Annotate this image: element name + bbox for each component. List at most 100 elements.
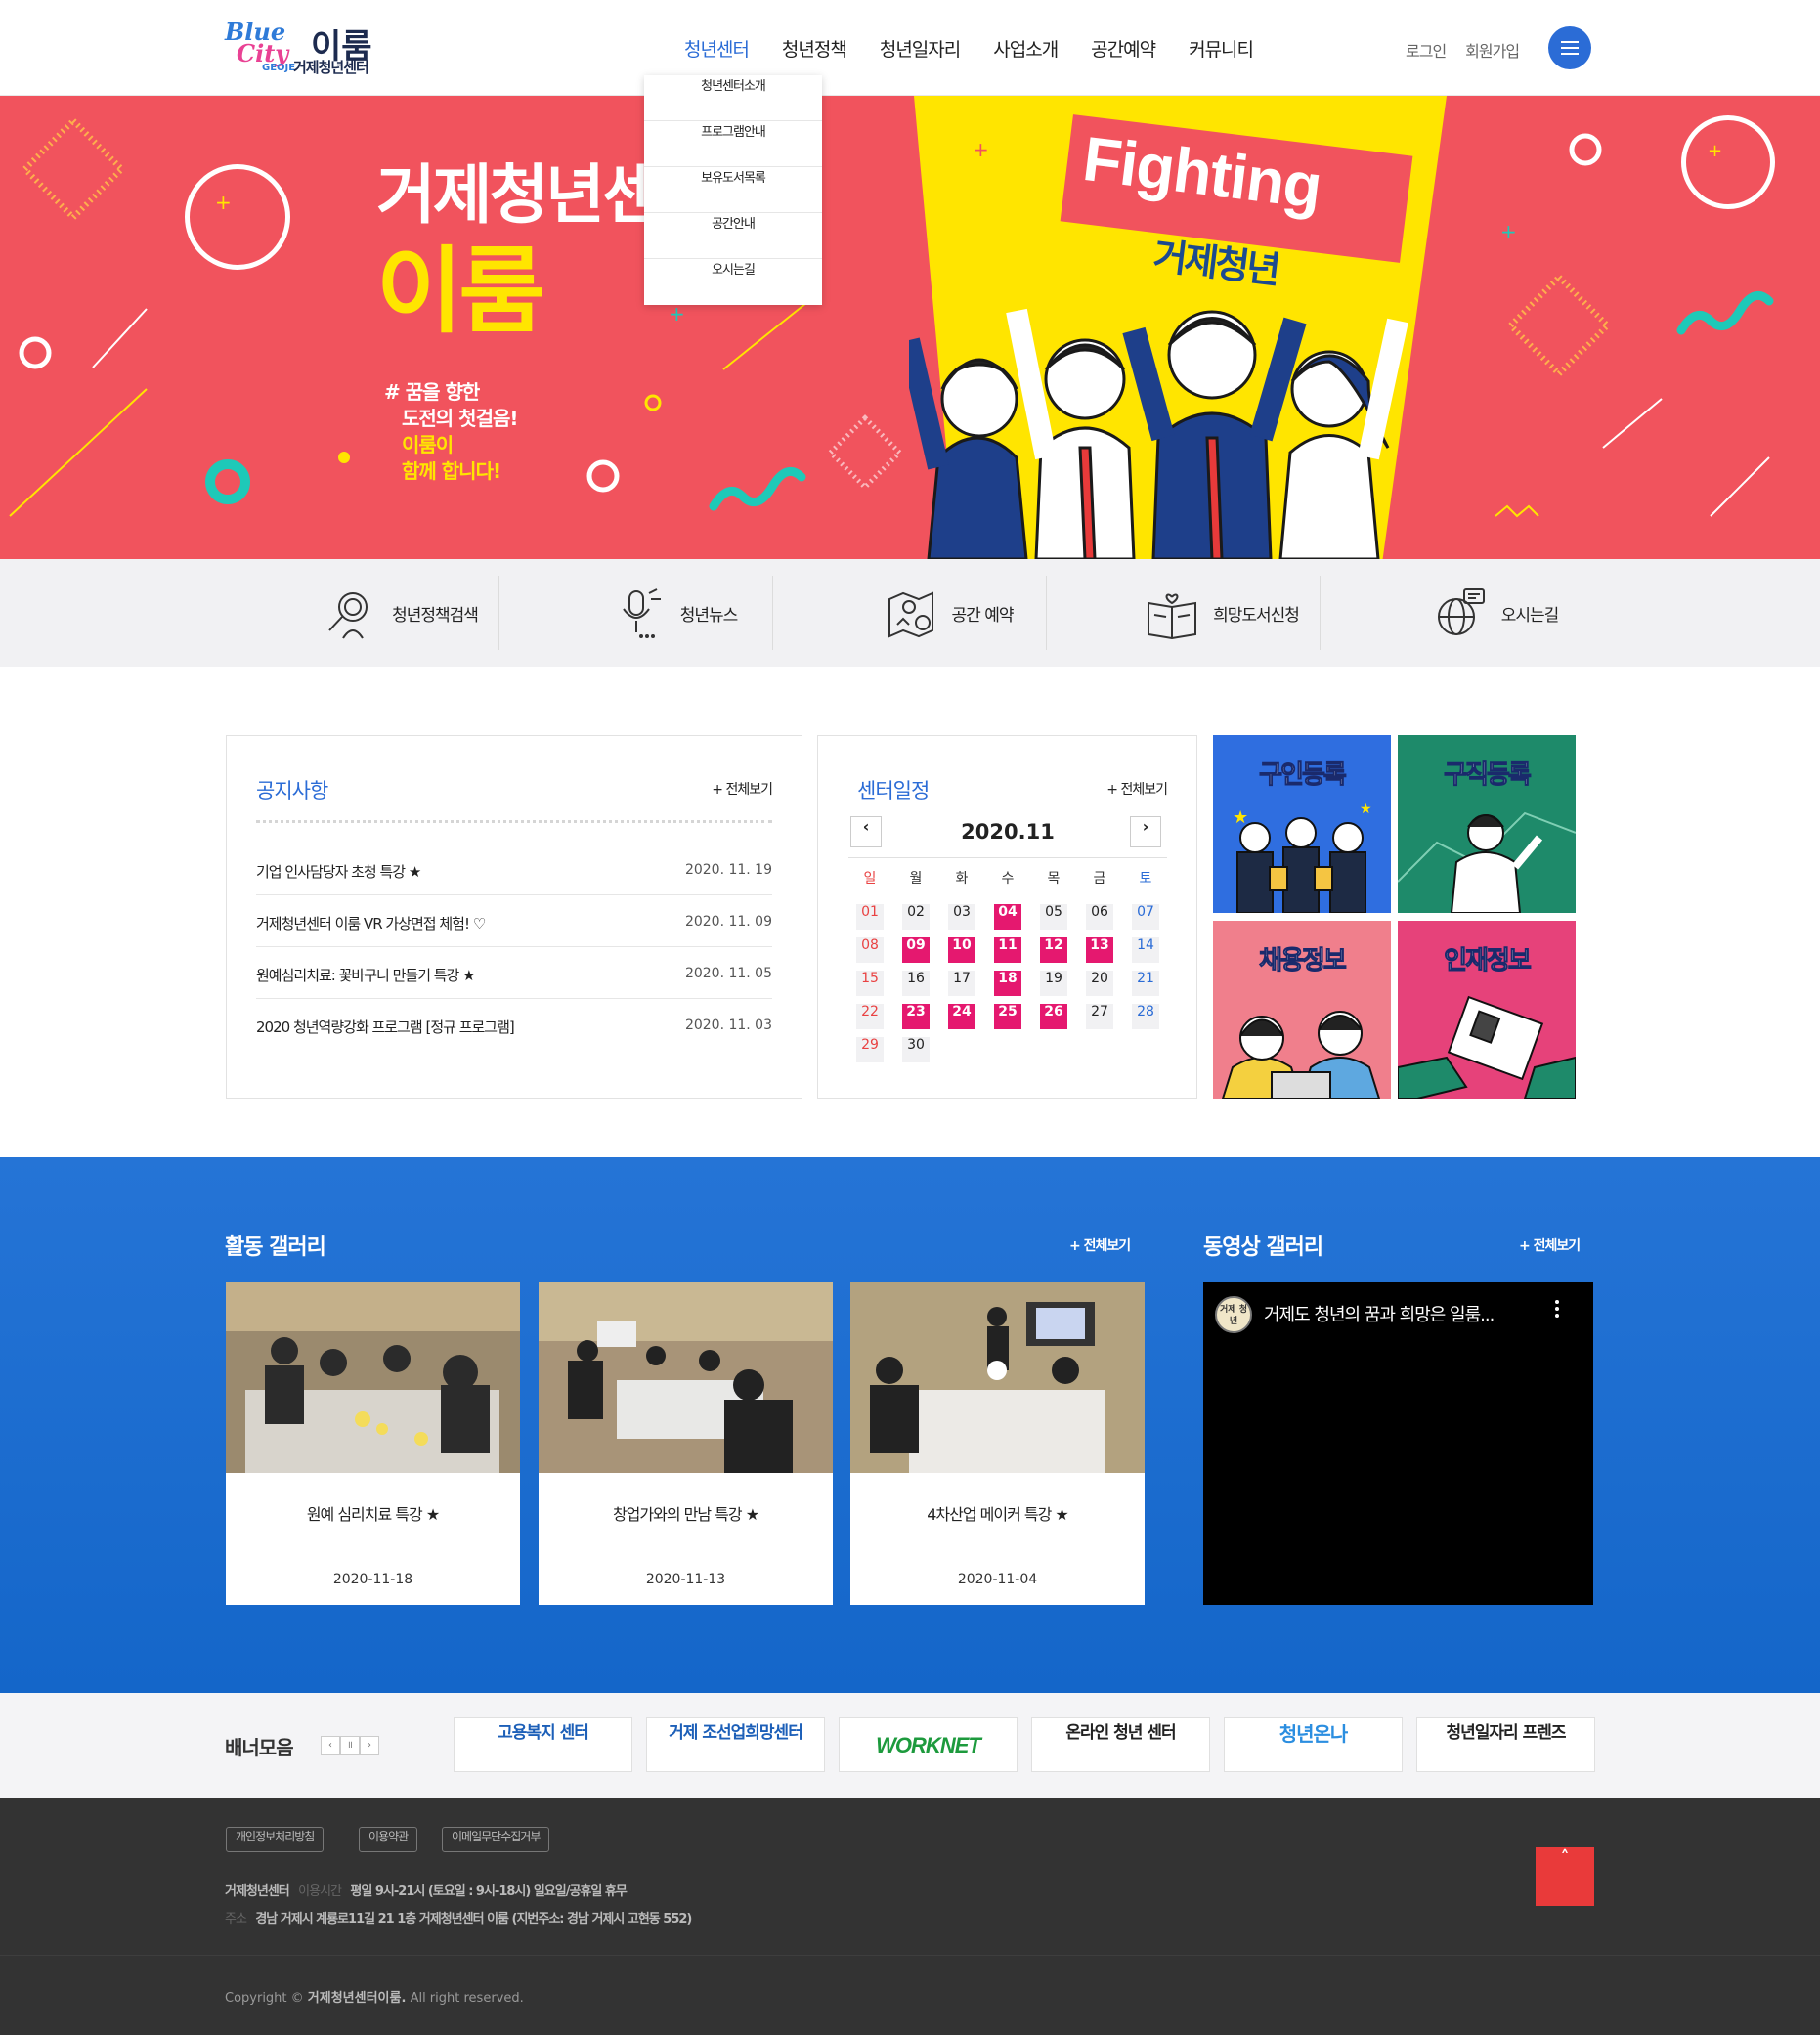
calendar-day[interactable]: 08 xyxy=(856,937,884,963)
calendar-day[interactable]: 03 xyxy=(948,904,975,930)
calendar-day-event[interactable]: 25 xyxy=(994,1004,1021,1029)
calendar-day[interactable]: 22 xyxy=(856,1004,884,1029)
nav-space-reservation[interactable]: 공간예약 xyxy=(1091,35,1156,62)
book-icon xyxy=(1148,593,1197,640)
gallery-photo xyxy=(850,1282,1145,1473)
calendar-day[interactable]: 15 xyxy=(856,971,884,996)
quick-item-space-reservation[interactable]: 공간 예약 xyxy=(811,576,1085,650)
email-refusal-link[interactable]: 이메일무단수집거부 xyxy=(442,1827,550,1852)
calendar-day-event[interactable]: 24 xyxy=(948,1004,975,1029)
site-logo[interactable]: Blue City 이룸 GEOJE 거제청년센터 xyxy=(225,20,391,77)
gallery-card[interactable]: 원예 심리치료 특강 ★ 2020-11-18 xyxy=(226,1282,520,1605)
more-vert-icon[interactable] xyxy=(1555,1300,1559,1321)
gallery-card-title: 4차산업 메이커 특강 ★ xyxy=(927,1505,1069,1524)
calendar-day[interactable]: 17 xyxy=(948,971,975,996)
banner-next-button[interactable]: › xyxy=(360,1736,379,1755)
scroll-to-top-button[interactable]: ˄ xyxy=(1536,1847,1594,1906)
banner-youth-onna[interactable]: 청년온나 xyxy=(1224,1717,1403,1772)
video-gallery-title: 동영상 갤러리 xyxy=(1203,1235,1323,1260)
activity-gallery-more-link[interactable]: + 전체보기 xyxy=(1069,1235,1131,1255)
notice-row[interactable]: 거제청년센터 이룸 VR 가상면접 체험! ♡ 2020. 11. 09 xyxy=(256,895,772,947)
banner-online-youth-center[interactable]: 온라인 청년 센터 xyxy=(1031,1717,1210,1772)
notice-row[interactable]: 기업 인사담당자 초청 특강 ★ 2020. 11. 19 xyxy=(256,844,772,895)
calendar-next-button[interactable]: › xyxy=(1130,816,1161,847)
quick-item-hope-book[interactable]: 희망도서신청 xyxy=(1085,576,1359,650)
banner-worknet[interactable]: WORKNET xyxy=(839,1717,1018,1772)
gallery-card[interactable]: 창업가와의 만남 특강 ★ 2020-11-13 xyxy=(539,1282,833,1605)
main-nav: 청년센터 청년정책 청년일자리 사업소개 공간예약 커뮤니티 xyxy=(684,35,1254,62)
banner-pause-button[interactable]: ॥ xyxy=(340,1736,360,1755)
calendar-day-event[interactable]: 12 xyxy=(1040,937,1067,963)
hamburger-menu-button[interactable] xyxy=(1548,26,1591,69)
calendar-day[interactable]: 27 xyxy=(1086,1004,1113,1029)
dropdown-item-center-intro[interactable]: 청년센터소개 xyxy=(644,75,822,121)
banner-geoje-shipbuilding-hope-center[interactable]: 거제 조선업희망센터 xyxy=(646,1717,825,1772)
calendar-day-event[interactable]: 23 xyxy=(902,1004,930,1029)
activity-gallery-title: 활동 갤러리 xyxy=(225,1235,326,1260)
privacy-policy-link[interactable]: 개인정보처리방침 xyxy=(226,1827,325,1852)
nav-business[interactable]: 사업소개 xyxy=(993,35,1059,62)
util-links: 로그인 회원가입 xyxy=(1406,38,1520,62)
nav-youth-policy[interactable]: 청년정책 xyxy=(782,35,847,62)
calendar-day[interactable]: 01 xyxy=(856,904,884,930)
calendar-day[interactable]: 28 xyxy=(1132,1004,1159,1029)
calendar-day[interactable]: 19 xyxy=(1040,971,1067,996)
calendar-day[interactable]: 30 xyxy=(902,1037,930,1062)
dropdown-item-program-guide[interactable]: 프로그램안내 xyxy=(644,121,822,167)
copyright-suffix: All right reserved. xyxy=(410,1991,524,2006)
calendar-day-event[interactable]: 10 xyxy=(948,937,975,963)
dropdown-item-space-guide[interactable]: 공간안내 xyxy=(644,213,822,259)
calendar-day-event[interactable]: 18 xyxy=(994,971,1021,996)
gallery-card[interactable]: 4차산업 메이커 특강 ★ 2020-11-04 xyxy=(850,1282,1145,1605)
calendar-day[interactable]: 29 xyxy=(856,1037,884,1062)
banner-prev-button[interactable]: ‹ xyxy=(321,1736,340,1755)
notice-more-link[interactable]: + 전체보기 xyxy=(712,779,773,799)
terms-link[interactable]: 이용약관 xyxy=(359,1827,418,1852)
channel-avatar[interactable]: 거제 청년 xyxy=(1215,1296,1252,1333)
nav-dropdown-youth-center: 청년센터소개 프로그램안내 보유도서목록 공간안내 오시는길 xyxy=(644,75,822,305)
hero-characters-illustration xyxy=(909,308,1408,559)
card-job-offer[interactable]: 구인등록 ★ ★ xyxy=(1213,735,1391,913)
dropdown-item-book-list[interactable]: 보유도서목록 xyxy=(644,167,822,213)
quick-item-policy-search[interactable]: 청년정책검색 xyxy=(264,576,538,650)
nav-youth-jobs[interactable]: 청년일자리 xyxy=(880,35,961,62)
banner-employment-welfare-center[interactable]: 고용복지 센터 xyxy=(454,1717,632,1772)
banner-controls: ‹ ॥ › xyxy=(321,1736,379,1755)
calendar-day-event[interactable]: 26 xyxy=(1040,1004,1067,1029)
notice-row[interactable]: 원예심리치료: 꽃바구니 만들기 특강 ★ 2020. 11. 05 xyxy=(256,947,772,999)
calendar-day[interactable]: 14 xyxy=(1132,937,1159,963)
calendar-prev-button[interactable]: ‹ xyxy=(850,816,882,847)
calendar-day-event[interactable]: 11 xyxy=(994,937,1021,963)
card-recruit-info[interactable]: 채용정보 xyxy=(1213,921,1391,1099)
calendar-day[interactable]: 02 xyxy=(902,904,930,930)
calendar-weekday: 월 xyxy=(909,871,923,887)
notice-row-date: 2020. 11. 03 xyxy=(684,1018,772,1033)
video-gallery-more-link[interactable]: + 전체보기 xyxy=(1519,1235,1581,1255)
calendar-day-event[interactable]: 09 xyxy=(902,937,930,963)
notice-row[interactable]: 2020 청년역량강화 프로그램 [정규 프로그램] 2020. 11. 03 xyxy=(256,999,772,1051)
calendar-more-link[interactable]: + 전체보기 xyxy=(1106,779,1168,799)
dropdown-item-directions[interactable]: 오시는길 xyxy=(644,259,822,305)
nav-community[interactable]: 커뮤니티 xyxy=(1189,35,1254,62)
calendar-day[interactable]: 05 xyxy=(1040,904,1067,930)
calendar-day[interactable]: 16 xyxy=(902,971,930,996)
calendar-day[interactable]: 21 xyxy=(1132,971,1159,996)
divider xyxy=(498,576,499,650)
gallery-card-title: 창업가와의 만남 특강 ★ xyxy=(612,1505,759,1524)
card-talent-info[interactable]: 인재정보 xyxy=(1398,921,1576,1099)
calendar-day[interactable]: 07 xyxy=(1132,904,1159,930)
calendar-day-event[interactable]: 13 xyxy=(1086,937,1113,963)
calendar-day[interactable]: 20 xyxy=(1086,971,1113,996)
calendar-day[interactable]: 06 xyxy=(1086,904,1113,930)
signup-link[interactable]: 회원가입 xyxy=(1465,38,1520,62)
card-job-seek[interactable]: 구직등록 xyxy=(1398,735,1576,913)
quick-item-youth-news[interactable]: 청년뉴스 xyxy=(538,576,811,650)
video-title[interactable]: 거제도 청년의 꿈과 희망은 일룸... xyxy=(1264,1301,1495,1326)
quick-item-directions[interactable]: 오시는길 xyxy=(1359,576,1632,650)
banner-youth-jobs-friends[interactable]: 청년일자리 프렌즈 xyxy=(1416,1717,1595,1772)
calendar-day-event[interactable]: 04 xyxy=(994,904,1021,930)
login-link[interactable]: 로그인 xyxy=(1406,38,1447,62)
video-player[interactable]: 거제 청년 거제도 청년의 꿈과 희망은 일룸... xyxy=(1203,1282,1593,1605)
nav-youth-center[interactable]: 청년센터 xyxy=(684,35,750,62)
notice-title: 공지사항 xyxy=(256,779,328,802)
